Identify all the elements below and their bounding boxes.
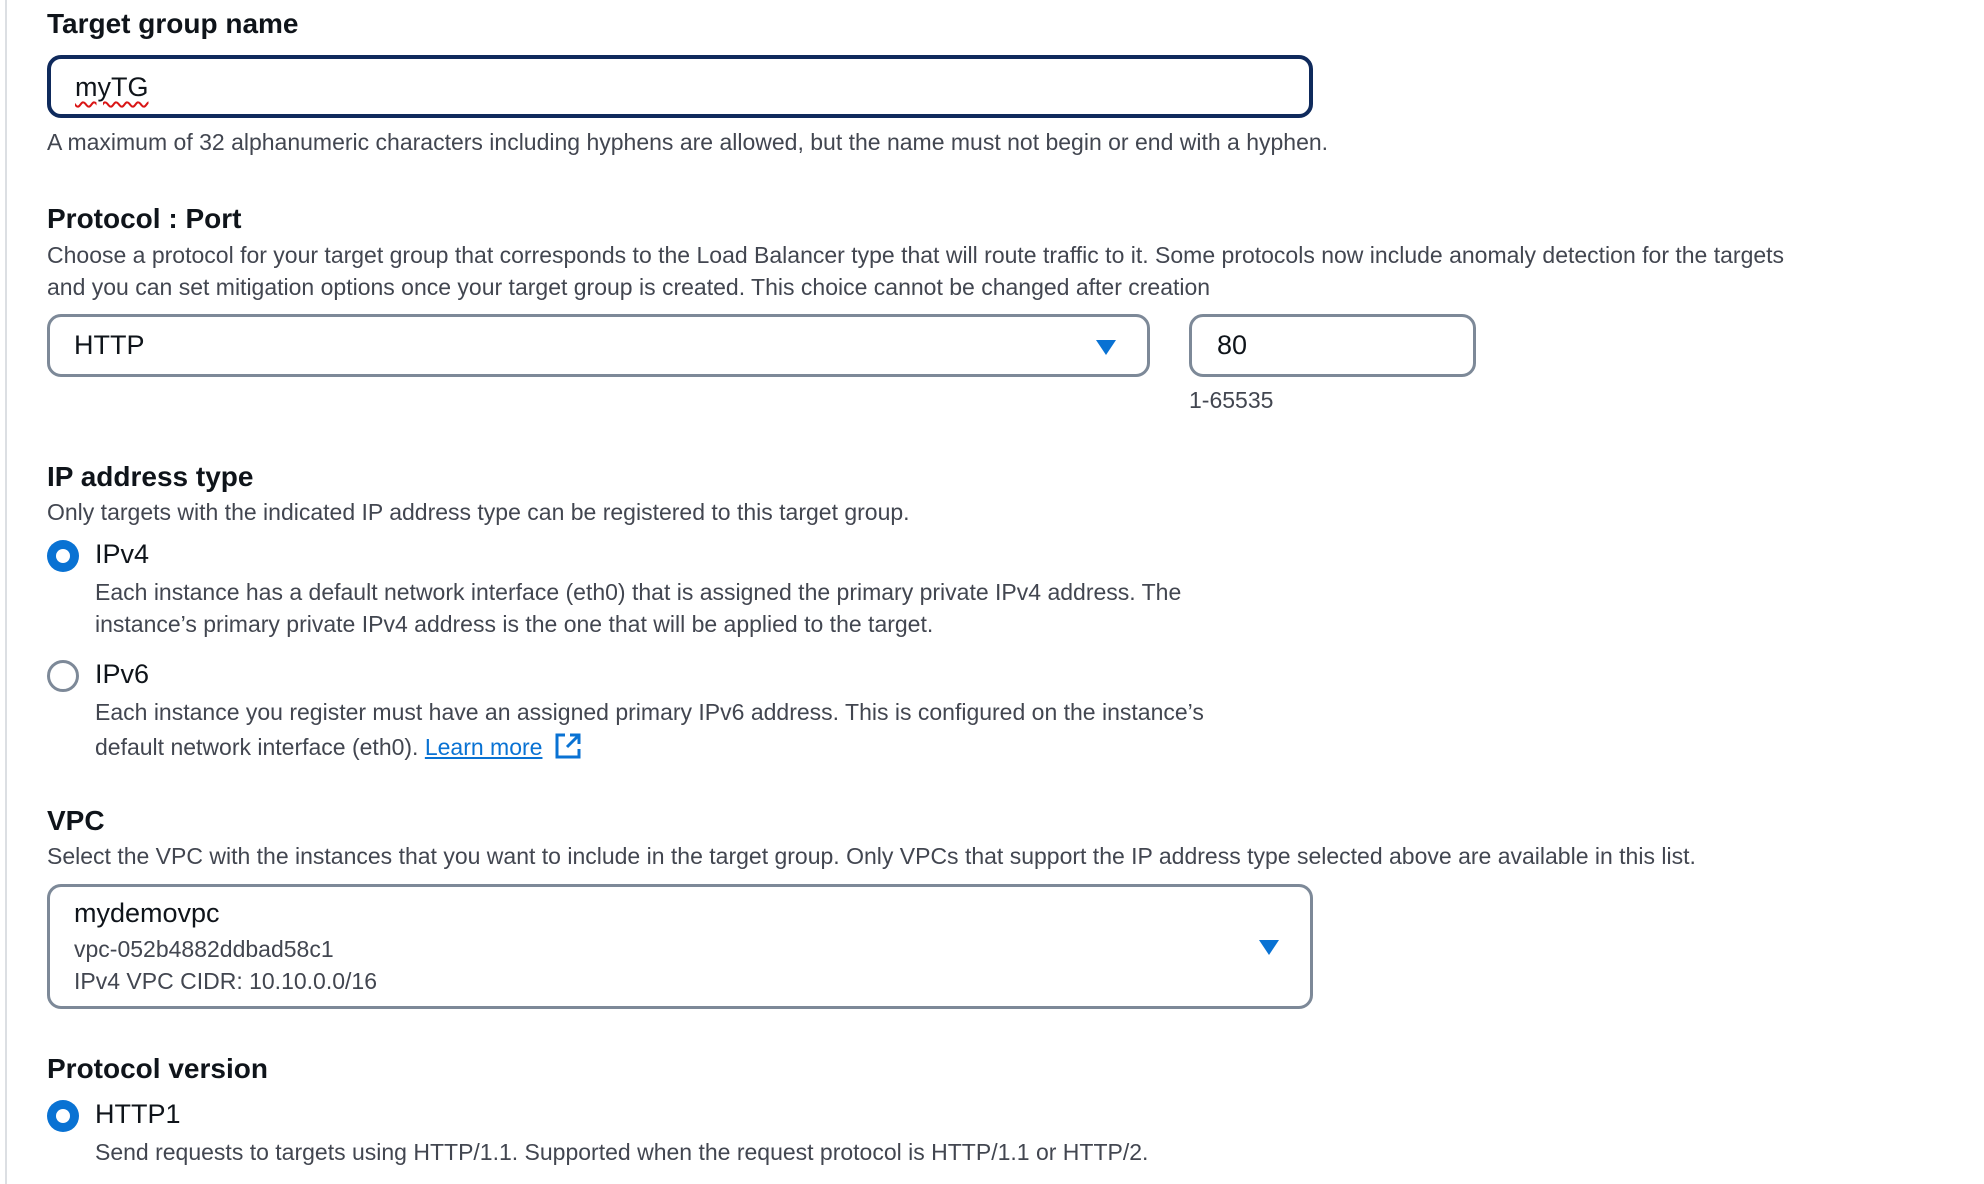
vpc-selected-cidr: IPv4 VPC CIDR: 10.10.0.0/16 xyxy=(74,968,377,994)
protocol-port-label: Protocol : Port xyxy=(47,203,242,234)
http1-radio[interactable] xyxy=(47,1100,79,1132)
ipv6-radio-label[interactable]: IPv6 xyxy=(95,659,149,690)
target-group-name-value: myTG xyxy=(75,72,149,102)
caret-down-icon xyxy=(1096,340,1116,355)
learn-more-link[interactable]: Learn more xyxy=(425,734,543,760)
ipv4-radio-label[interactable]: IPv4 xyxy=(95,539,149,570)
port-hint: 1-65535 xyxy=(1189,387,1274,413)
ipv6-description-line2: default network interface (eth0). Learn … xyxy=(95,731,583,761)
ipv4-description-line1: Each instance has a default network inte… xyxy=(95,579,1182,605)
caret-down-icon xyxy=(1259,940,1279,955)
port-input[interactable]: 80 xyxy=(1189,314,1476,377)
vpc-select[interactable]: mydemovpc vpc-052b4882ddbad58c1 IPv4 VPC… xyxy=(47,884,1313,1009)
left-divider xyxy=(5,0,7,1184)
ipv4-radio[interactable] xyxy=(47,540,79,572)
ipv6-description-line1: Each instance you register must have an … xyxy=(95,699,1204,725)
target-group-name-label: Target group name xyxy=(47,8,299,39)
ip-address-type-description: Only targets with the indicated IP addre… xyxy=(47,499,910,525)
protocol-select-value: HTTP xyxy=(74,330,145,360)
vpc-label: VPC xyxy=(47,805,105,836)
port-input-value: 80 xyxy=(1217,330,1248,360)
ipv4-description-line2: instance’s primary private IPv4 address … xyxy=(95,611,934,637)
protocol-select[interactable]: HTTP xyxy=(47,314,1150,377)
target-group-name-input[interactable]: myTG xyxy=(47,55,1313,118)
target-group-name-hint: A maximum of 32 alphanumeric characters … xyxy=(47,129,1329,155)
target-group-form: Target group name myTG A maximum of 32 a… xyxy=(0,0,1984,1184)
ipv6-radio[interactable] xyxy=(47,660,79,692)
ip-address-type-label: IP address type xyxy=(47,461,254,492)
vpc-selected-id: vpc-052b4882ddbad58c1 xyxy=(74,936,334,962)
protocol-port-description-line2: and you can set mitigation options once … xyxy=(47,274,1211,300)
protocol-port-description-line1: Choose a protocol for your target group … xyxy=(47,242,1785,268)
external-link-icon[interactable] xyxy=(553,731,583,761)
http1-radio-label[interactable]: HTTP1 xyxy=(95,1099,181,1130)
http1-description: Send requests to targets using HTTP/1.1.… xyxy=(95,1139,1149,1165)
vpc-description: Select the VPC with the instances that y… xyxy=(47,843,1696,869)
learn-more-link-text[interactable]: Learn more xyxy=(425,734,543,760)
vpc-selected-name: mydemovpc xyxy=(74,898,220,928)
ipv6-description-text: default network interface (eth0). xyxy=(95,734,419,760)
protocol-version-label: Protocol version xyxy=(47,1053,268,1084)
